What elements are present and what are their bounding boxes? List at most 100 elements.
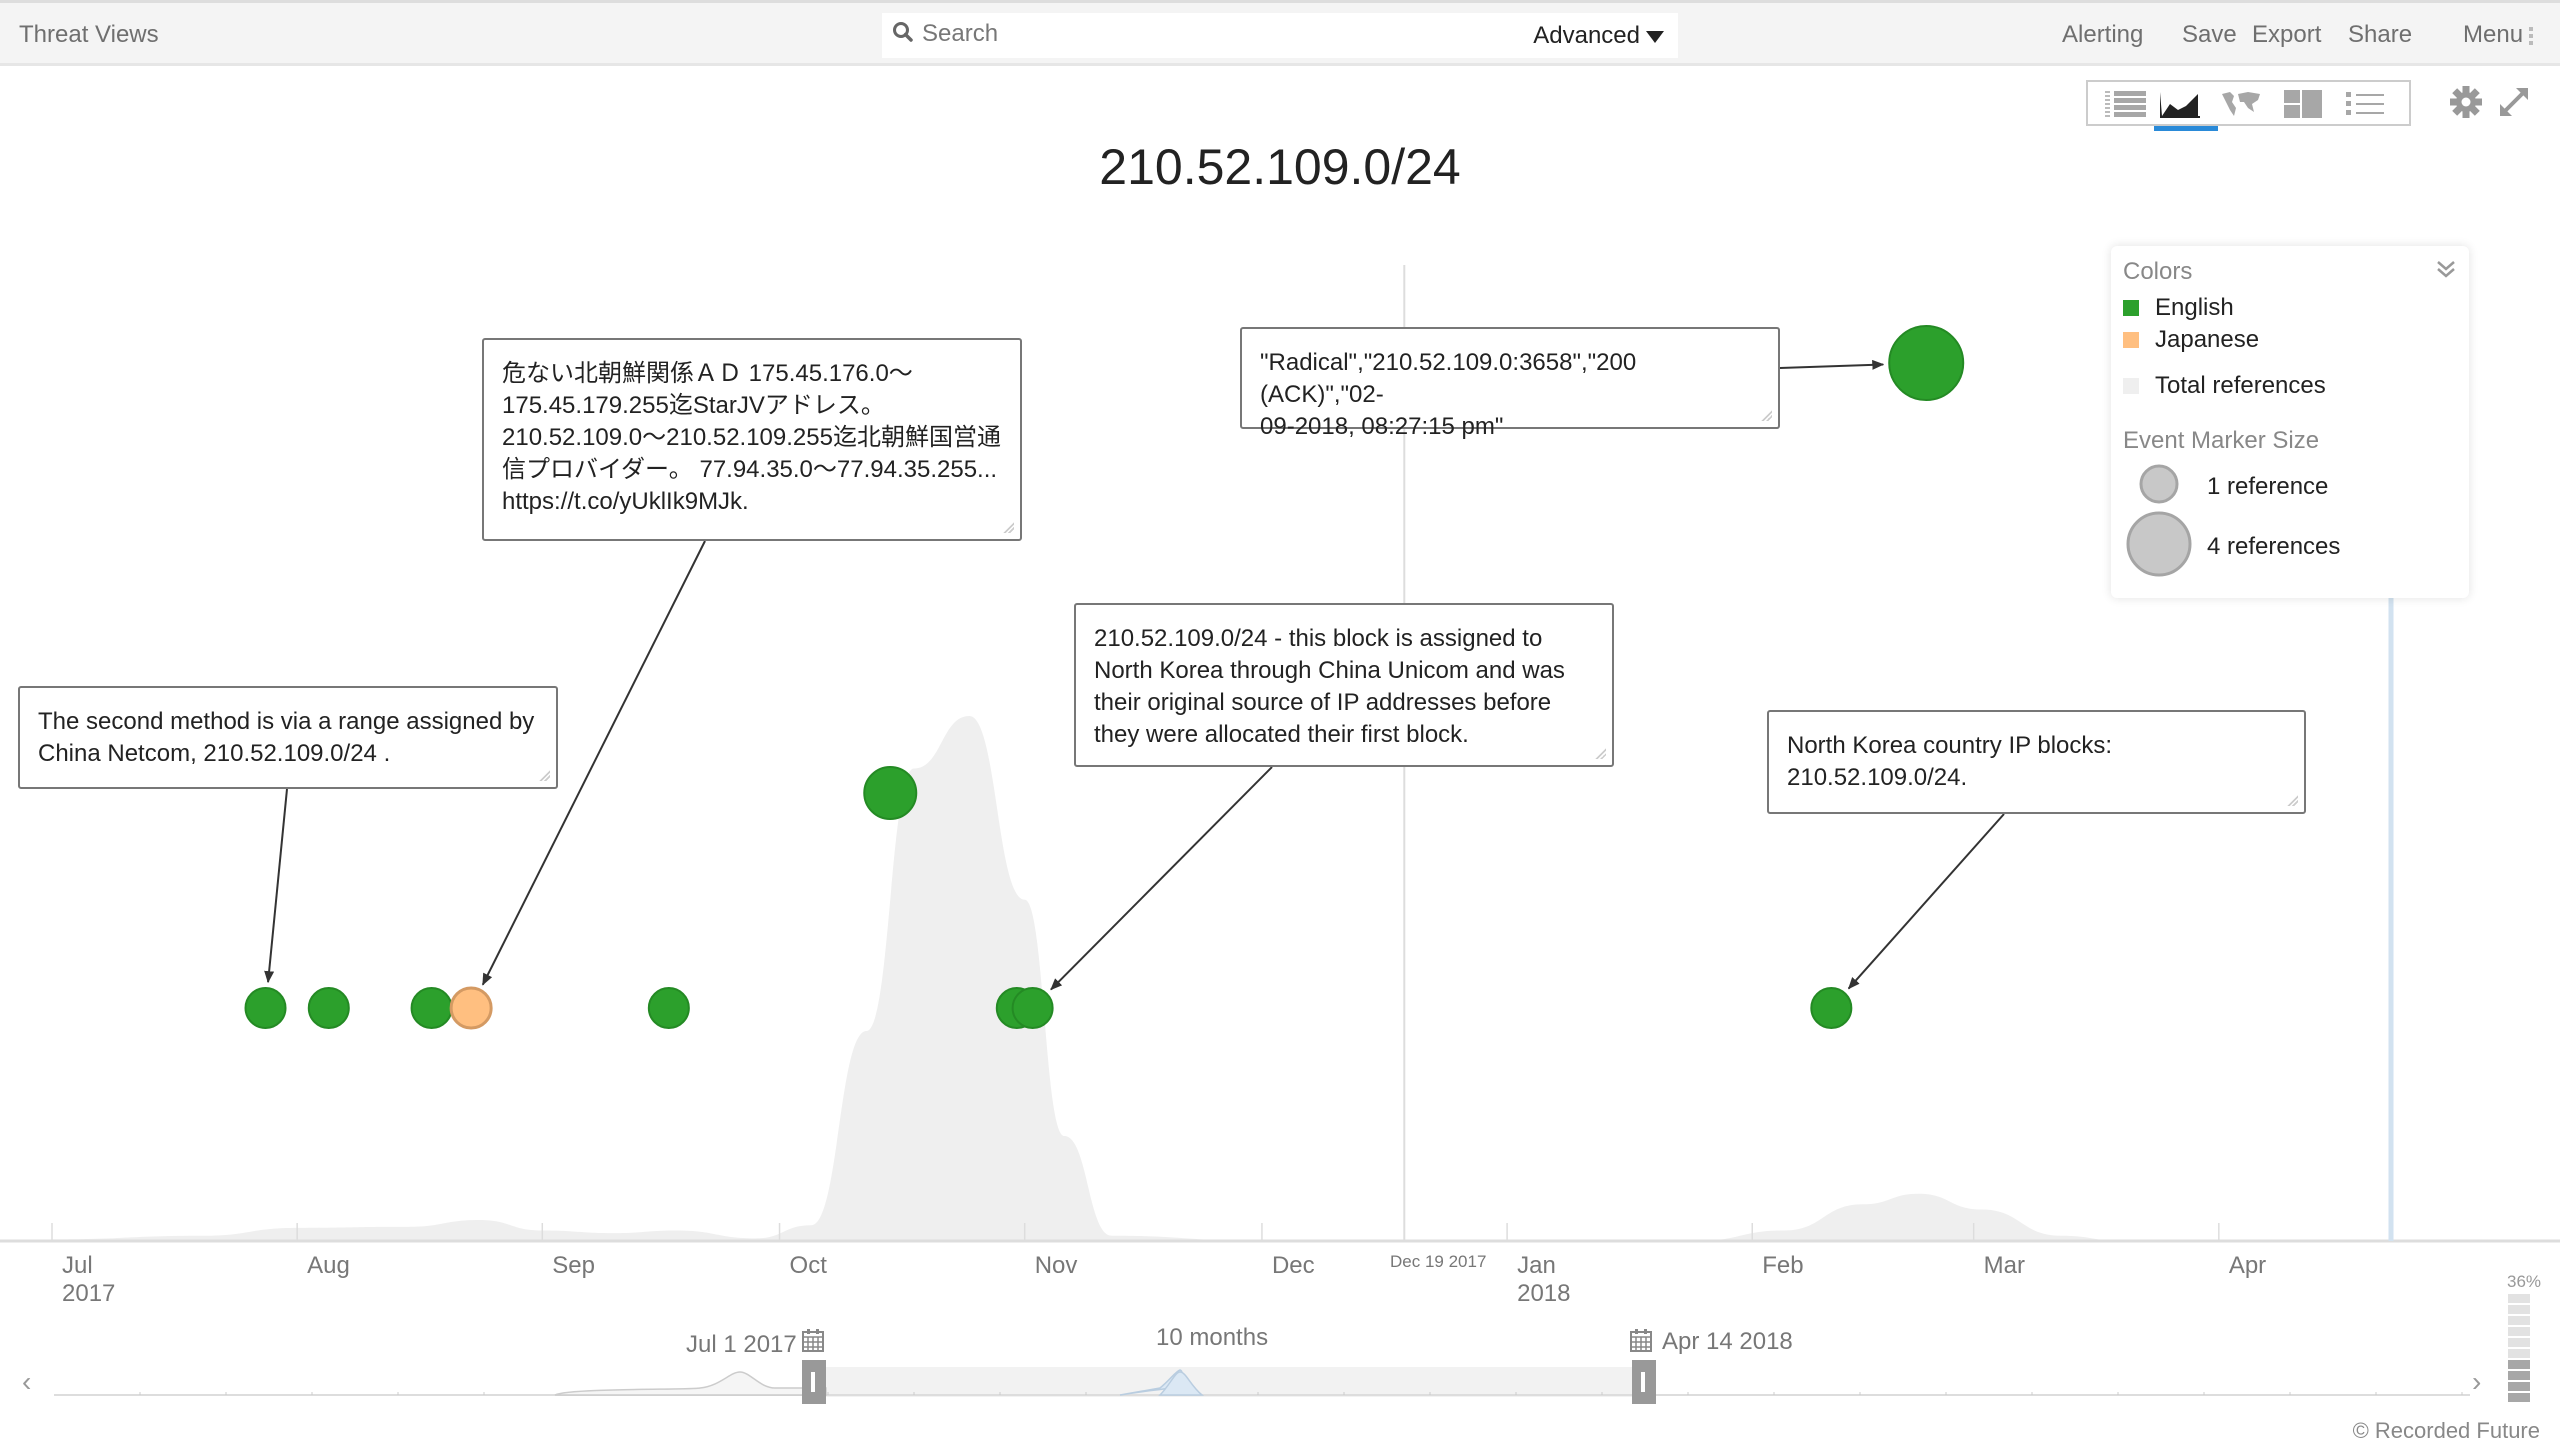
annotation-japanese-tweet[interactable]: 危ない北朝鮮関係ＡＤ 175.45.176.0～ 175.45.179.255迄… — [482, 338, 1022, 541]
zoom-segment[interactable] — [2508, 1382, 2530, 1391]
selected-range-band — [826, 1367, 1632, 1397]
resize-grip-icon[interactable] — [2286, 794, 2298, 806]
legend-label: English — [2155, 294, 2234, 321]
resize-grip-icon[interactable] — [1002, 521, 1014, 533]
month-label: Feb — [1762, 1252, 1804, 1279]
zoom-segment[interactable] — [2508, 1316, 2530, 1325]
annotation-nk-ip-blocks[interactable]: North Korea country IP blocks: 210.52.10… — [1767, 710, 2306, 814]
annotation-leader-line — [1779, 359, 1885, 370]
x-tick-label: Nov — [1035, 1252, 1078, 1280]
event-marker[interactable] — [1810, 987, 1853, 1029]
calendar-icon[interactable] — [802, 1328, 824, 1352]
annotation-line: they were allocated their first block. — [1094, 721, 1469, 748]
overview-area — [554, 1371, 827, 1396]
event-marker[interactable] — [410, 987, 453, 1029]
month-label: Jul — [62, 1252, 93, 1279]
x-tick-label: Dec — [1272, 1252, 1315, 1280]
zoom-segments — [2508, 1294, 2544, 1402]
zoom-percentage: 36% — [2506, 1272, 2542, 1291]
x-tick-label: Aug — [307, 1252, 350, 1280]
x-tick-label: Apr — [2229, 1252, 2266, 1280]
zoom-segment[interactable] — [2508, 1393, 2530, 1402]
annotation-line: https://t.co/yUklIk9MJk. — [502, 488, 749, 515]
resize-grip-icon[interactable] — [538, 769, 550, 781]
today-marker-label: Dec 19 2017 — [1390, 1252, 1487, 1271]
legend-size-header: Event Marker Size — [2123, 427, 2320, 454]
annotation-china-netcom[interactable]: The second method is via a range assigne… — [18, 686, 558, 789]
range-end-handle[interactable] — [1632, 1360, 1656, 1404]
year-label: 2018 — [1517, 1280, 1571, 1307]
japanese-swatch — [2123, 332, 2139, 348]
scroll-right-button[interactable]: › — [2472, 1366, 2481, 1398]
zoom-segment[interactable] — [2508, 1327, 2530, 1336]
month-label: Aug — [307, 1252, 350, 1279]
legend-item-japanese[interactable]: Japanese — [2123, 326, 2259, 354]
range-start-handle[interactable] — [802, 1360, 826, 1404]
english-swatch — [2123, 300, 2139, 316]
legend-colors-header: Colors — [2123, 258, 2193, 285]
collapse-chevrons-icon[interactable] — [2435, 258, 2457, 280]
x-tick-label: Feb — [1762, 1252, 1803, 1280]
x-tick-label: Jul 2017 — [62, 1252, 115, 1308]
marker-1-reference-icon — [2139, 464, 2179, 504]
legend-item-total-references[interactable]: Total references — [2123, 372, 2326, 400]
annotation-line: 210.52.109.0～210.52.109.255迄北朝鮮国営通 — [502, 424, 1001, 451]
month-label: Jan — [1517, 1252, 1556, 1279]
legend-size-4: 4 references — [2207, 533, 2341, 560]
resize-grip-icon[interactable] — [1594, 747, 1606, 759]
annotation-china-unicom[interactable]: 210.52.109.0/24 - this block is assigned… — [1074, 603, 1614, 767]
annotation-radical-log[interactable]: "Radical","210.52.109.0:3658","200 (ACK)… — [1240, 327, 1780, 440]
event-marker[interactable] — [863, 766, 918, 820]
zoom-segment[interactable] — [2508, 1371, 2530, 1380]
annotation-line: North Korea through China Unicom and was — [1094, 657, 1565, 684]
marker-4-references-icon — [2126, 511, 2192, 577]
resize-grip-icon[interactable] — [1760, 409, 1772, 421]
x-tick-label: Mar — [1984, 1252, 2025, 1280]
month-label: Dec — [1271, 1252, 1315, 1279]
range-span-label: 10 months — [1156, 1324, 1269, 1351]
x-tick-label: Sep — [552, 1252, 595, 1280]
legend-item-english[interactable]: English — [2123, 294, 2234, 322]
event-marker[interactable] — [307, 987, 350, 1029]
legend-panel: Colors English Japanese Total references… — [2111, 246, 2469, 598]
event-marker[interactable] — [244, 987, 287, 1029]
year-label: 2017 — [62, 1280, 116, 1307]
copyright: © Recorded Future — [2352, 1418, 2540, 1443]
annotation-line: North Korea country IP blocks: — [1787, 732, 2113, 759]
event-marker[interactable] — [449, 986, 493, 1030]
event-marker[interactable] — [647, 987, 690, 1029]
event-marker[interactable] — [1888, 325, 1965, 401]
annotation-line: "Radical","210.52.109.0:3658","200 (ACK)… — [1260, 349, 1637, 408]
zoom-segment[interactable] — [2508, 1349, 2530, 1358]
range-start-label[interactable]: Jul 1 2017 — [686, 1331, 797, 1359]
annotation-line: their original source of IP addresses be… — [1094, 689, 1552, 716]
annotation-line: 210.52.109.0/24 - this block is assigned… — [1094, 625, 1543, 652]
calendar-icon[interactable] — [1630, 1328, 1652, 1352]
legend-size-1: 1 reference — [2207, 473, 2329, 500]
annotation-line: 175.45.179.255迄StarJVアドレス。 — [502, 392, 885, 419]
zoom-segment[interactable] — [2508, 1360, 2530, 1369]
annotation-text: The second method is via a range assigne… — [38, 708, 535, 767]
annotation-line: 09-2018, 08:27:15 pm" — [1260, 413, 1504, 440]
annotation-line: 210.52.109.0/24. — [1787, 764, 1968, 791]
marker-size-samples — [2126, 464, 2192, 577]
range-end-label[interactable]: Apr 14 2018 — [1662, 1328, 1793, 1356]
annotation-leader-line — [264, 788, 288, 984]
annotation-line: 信プロバイダー。 77.94.35.0～77.94.35.255... — [502, 456, 998, 483]
legend-label: Total references — [2155, 372, 2326, 399]
total-references-swatch — [2123, 378, 2139, 394]
month-label: Nov — [1034, 1252, 1078, 1279]
annotation-leader-line — [1050, 766, 1273, 991]
x-tick-label: Jan 2018 — [1517, 1252, 1570, 1308]
zoom-segment[interactable] — [2508, 1294, 2530, 1303]
zoom-segment[interactable] — [2508, 1305, 2530, 1314]
month-label: Mar — [1983, 1252, 2026, 1279]
month-label: Apr — [2228, 1252, 2267, 1279]
event-marker[interactable] — [1011, 987, 1054, 1029]
scroll-left-button[interactable]: ‹ — [22, 1366, 31, 1398]
legend-label: Japanese — [2155, 326, 2260, 353]
month-label: Sep — [552, 1252, 595, 1279]
annotation-line: 危ない北朝鮮関係ＡＤ 175.45.176.0～ — [502, 360, 913, 387]
zoom-segment[interactable] — [2508, 1338, 2530, 1347]
zoom-level-meter[interactable]: 36% — [2507, 1272, 2544, 1402]
